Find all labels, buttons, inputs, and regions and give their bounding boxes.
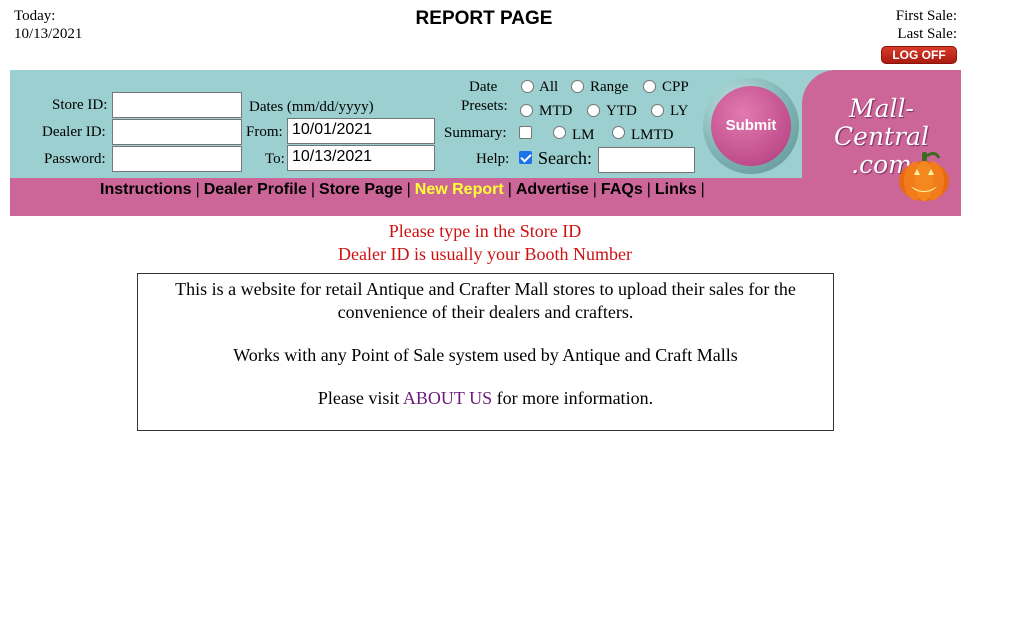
- preset-mtd-label: MTD: [539, 103, 573, 119]
- preset-ly-label: LY: [670, 103, 689, 119]
- summary-checkbox[interactable]: [519, 126, 532, 139]
- today-date: 10/13/2021: [14, 26, 83, 42]
- preset-all-label: All: [539, 79, 559, 95]
- preset-ytd-radio[interactable]: [587, 104, 600, 117]
- to-label: To:: [265, 151, 285, 167]
- store-id-input[interactable]: [112, 92, 242, 118]
- preset-cpp-radio[interactable]: [643, 80, 656, 93]
- preset-range-label: Range: [590, 79, 629, 95]
- nav-separator: |: [406, 181, 411, 198]
- preset-range-radio[interactable]: [571, 80, 584, 93]
- first-sale-label: First Sale:: [895, 8, 957, 24]
- presets-label: Presets:: [461, 98, 508, 114]
- help-label: Help:: [476, 151, 510, 167]
- dates-label: Dates (mm/dd/yyyy): [249, 99, 374, 115]
- nav-dealer-profile[interactable]: Dealer Profile: [204, 181, 307, 198]
- preset-ytd-label: YTD: [606, 103, 637, 119]
- preset-all-radio[interactable]: [521, 80, 534, 93]
- search-label: Search:: [538, 148, 592, 168]
- today-label: Today:: [14, 8, 56, 24]
- to-date-input[interactable]: 10/13/2021: [287, 145, 435, 171]
- from-date-input[interactable]: 10/01/2021: [287, 118, 435, 144]
- store-id-message: Please type in the Store ID: [388, 221, 582, 241]
- store-id-label: Store ID:: [52, 97, 108, 113]
- nav-separator: |: [646, 181, 651, 198]
- preset-mtd-radio[interactable]: [520, 104, 533, 117]
- info-paragraph-1: This is a website for retail Antique and…: [175, 279, 796, 322]
- nav-advertise[interactable]: Advertise: [516, 181, 589, 198]
- nav-instructions[interactable]: Instructions: [100, 181, 192, 198]
- date-label: Date: [469, 79, 498, 95]
- preset-lmtd-label: LMTD: [631, 127, 674, 143]
- search-input[interactable]: [598, 147, 695, 173]
- preset-lm-radio[interactable]: [553, 126, 566, 139]
- dealer-id-label: Dealer ID:: [42, 124, 106, 140]
- logo-line1: Mall-Central: [834, 94, 929, 151]
- info-paragraph-2: Works with any Point of Sale system used…: [233, 345, 738, 365]
- nav-separator: |: [507, 181, 512, 198]
- nav-separator: |: [592, 181, 597, 198]
- nav-faqs[interactable]: FAQs: [601, 181, 643, 198]
- nav-separator: |: [700, 181, 705, 198]
- nav-separator: |: [310, 181, 316, 198]
- info-paragraph-3: Please visit ABOUT US for more informati…: [152, 387, 819, 410]
- preset-lmtd-radio[interactable]: [612, 126, 625, 139]
- preset-lm-label: LM: [572, 127, 595, 143]
- visit-suffix: for more information.: [496, 388, 654, 408]
- logoff-button[interactable]: LOG OFF: [881, 46, 957, 64]
- page-title: REPORT PAGE: [415, 8, 553, 29]
- nav-new-report[interactable]: New Report: [415, 181, 504, 198]
- from-label: From:: [246, 124, 283, 140]
- info-box: This is a website for retail Antique and…: [137, 273, 834, 431]
- preset-cpp-label: CPP: [662, 79, 689, 95]
- about-us-link[interactable]: ABOUT US: [403, 388, 492, 408]
- dealer-id-message: Dealer ID is usually your Booth Number: [338, 244, 632, 264]
- visit-prefix: Please visit: [317, 388, 400, 408]
- preset-ly-radio[interactable]: [651, 104, 664, 117]
- password-label: Password:: [44, 151, 106, 167]
- nav-store-page[interactable]: Store Page: [319, 181, 403, 198]
- summary-label: Summary:: [444, 125, 507, 141]
- dealer-id-input[interactable]: [112, 119, 242, 145]
- main-nav: Instructions | Dealer Profile | Store Page | N…: [10, 180, 800, 200]
- last-sale-label: Last Sale:: [897, 26, 957, 42]
- submit-button[interactable]: Submit: [711, 86, 791, 166]
- password-input[interactable]: [112, 146, 242, 172]
- pumpkin-icon: [896, 148, 952, 204]
- nav-links[interactable]: Links: [655, 181, 697, 198]
- help-checkbox[interactable]: [519, 151, 532, 164]
- nav-separator: |: [195, 181, 200, 198]
